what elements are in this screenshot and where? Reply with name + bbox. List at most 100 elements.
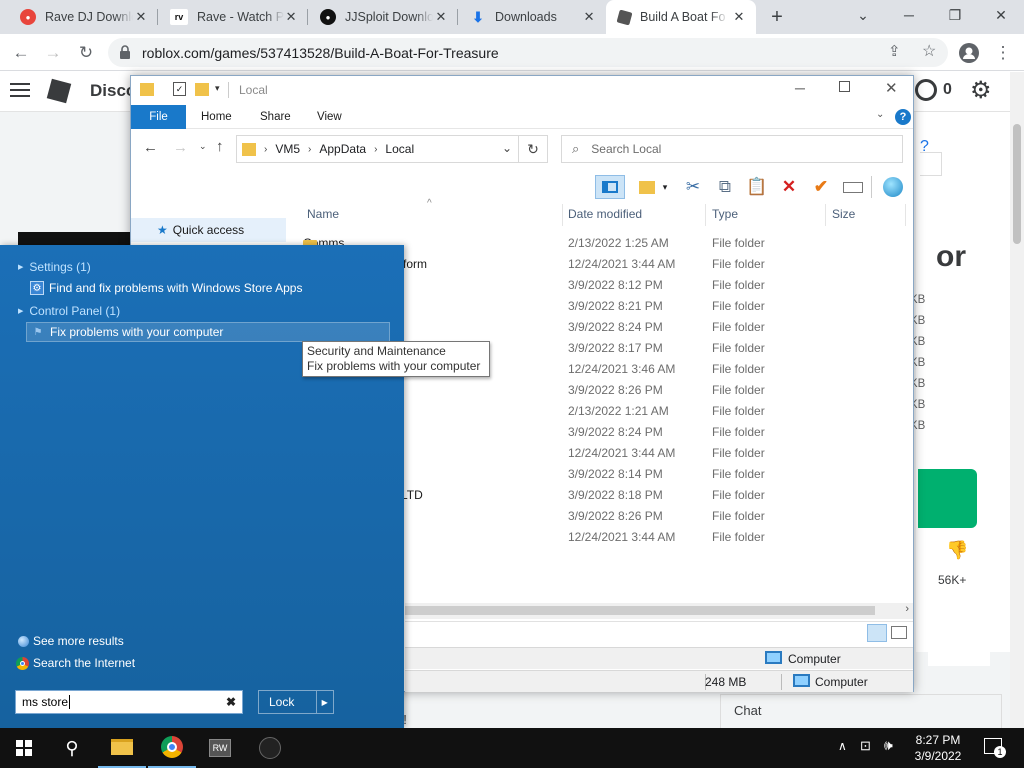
tab-file[interactable]: File — [131, 105, 186, 129]
recent-locations-icon[interactable]: ⌄ — [199, 141, 207, 152]
address-bar[interactable]: roblox.com/games/537413528/Build-A-Boat-… — [108, 38, 948, 67]
new-tab-button[interactable]: + — [766, 6, 788, 28]
search-internet-link[interactable]: Search the Internet — [16, 656, 135, 670]
chevron-right-icon[interactable]: › — [308, 144, 311, 155]
back-icon[interactable]: ← — [8, 40, 34, 66]
cut-icon[interactable]: ✂ — [681, 175, 705, 199]
restore-icon[interactable]: ❐ — [940, 4, 970, 26]
rave-taskbar-icon[interactable]: RW — [196, 728, 244, 768]
chevron-down-icon[interactable]: ⌄ — [502, 141, 512, 155]
column-divider[interactable] — [562, 204, 563, 226]
close-tab-icon[interactable]: ✕ — [732, 9, 746, 24]
column-divider[interactable] — [905, 204, 906, 226]
chevron-right-icon[interactable]: › — [264, 144, 267, 155]
robux-icon[interactable] — [915, 79, 937, 101]
close-tab-icon[interactable]: ✕ — [582, 9, 596, 24]
browser-tab-active[interactable]: Build A Boat Fo ✕ — [606, 0, 756, 34]
browser-tab[interactable]: ⬇ Downloads ✕ — [458, 0, 606, 34]
browser-tab[interactable]: ● Rave DJ Downlo ✕ — [8, 0, 158, 34]
browser-tab[interactable]: rv Rave - Watch Pa ✕ — [158, 0, 308, 34]
chrome-menu-icon[interactable]: ⋮ — [990, 40, 1016, 66]
thumbs-down-icon[interactable]: 👎 — [946, 540, 968, 561]
close-tab-icon[interactable]: ✕ — [134, 9, 148, 24]
clock[interactable]: 8:27 PM 3/9/2022 — [908, 732, 968, 764]
new-folder-icon[interactable] — [195, 83, 209, 96]
hamburger-menu-icon[interactable] — [10, 83, 30, 97]
globe-icon[interactable] — [881, 175, 905, 199]
volume-icon[interactable]: 🕪 — [884, 737, 893, 754]
forward-icon[interactable]: → — [173, 139, 188, 156]
browser-tab[interactable]: ● JJSploit Downlo ✕ — [308, 0, 458, 34]
action-center-icon[interactable]: 1 — [984, 738, 1006, 758]
close-tab-icon[interactable]: ✕ — [284, 9, 298, 24]
minimize-icon[interactable]: ─ — [894, 4, 924, 26]
horizontal-scrollbar[interactable]: › — [405, 603, 913, 619]
column-name[interactable]: Name — [307, 207, 339, 221]
network-icon[interactable]: ⊡ — [860, 738, 871, 754]
ribbon-expand-icon[interactable]: ⌄ — [876, 109, 884, 120]
nav-quick-access[interactable]: ★ Quick access — [131, 218, 286, 242]
power-options-arrow-icon[interactable]: ▶ — [315, 691, 333, 713]
start-button[interactable] — [0, 728, 48, 768]
back-icon[interactable]: ← — [143, 139, 158, 156]
tab-share[interactable]: Share — [246, 105, 305, 129]
jjsploit-taskbar-icon[interactable] — [246, 728, 294, 768]
bookmark-star-icon[interactable]: ☆ — [922, 41, 936, 61]
file-explorer-taskbar-icon[interactable] — [98, 728, 146, 768]
refresh-button[interactable]: ↻ — [519, 135, 548, 163]
tab-search-icon[interactable]: ⌄ — [848, 4, 878, 26]
search-field[interactable]: ⌕ Search Local — [561, 135, 903, 163]
tab-view[interactable]: View — [303, 105, 356, 129]
preview-pane-icon[interactable] — [595, 175, 625, 199]
page-scrollbar[interactable] — [1010, 72, 1024, 728]
large-icons-view-icon[interactable] — [891, 626, 907, 639]
close-tab-icon[interactable]: ✕ — [434, 9, 448, 24]
paste-icon[interactable]: 📋 — [745, 175, 769, 199]
result-fix-problems[interactable]: ⚑ Fix problems with your computer — [26, 322, 390, 342]
group-settings[interactable]: Settings (1) — [18, 260, 90, 274]
scroll-right-icon[interactable]: › — [905, 603, 909, 615]
copy-icon[interactable]: ⧉ — [713, 175, 737, 199]
reload-icon[interactable]: ↻ — [73, 40, 99, 66]
close-icon[interactable]: ✕ — [885, 79, 898, 97]
profile-icon[interactable] — [956, 40, 982, 66]
maximize-icon[interactable] — [839, 81, 850, 92]
breadcrumb-item[interactable]: AppData — [319, 142, 366, 156]
close-window-icon[interactable]: ✕ — [986, 4, 1016, 26]
start-search-input[interactable]: ms store ✖ — [15, 690, 243, 714]
play-button[interactable] — [918, 469, 977, 528]
settings-gear-icon[interactable]: ⚙ — [970, 76, 992, 105]
clear-search-icon[interactable]: ✖ — [226, 695, 236, 709]
column-size[interactable]: Size — [832, 207, 855, 221]
scrollbar-thumb[interactable] — [405, 606, 875, 615]
column-divider[interactable] — [825, 204, 826, 226]
details-view-icon[interactable] — [867, 624, 887, 642]
scrollbar-thumb[interactable] — [1013, 124, 1021, 244]
see-more-results-link[interactable]: See more results — [18, 634, 124, 648]
roblox-logo-icon[interactable] — [46, 78, 72, 104]
chrome-taskbar-icon[interactable] — [148, 728, 196, 768]
properties-icon[interactable]: ✓ — [173, 82, 186, 96]
up-icon[interactable]: ↑ — [216, 138, 224, 155]
show-hidden-icons-icon[interactable]: ∧ — [838, 739, 847, 753]
group-control-panel[interactable]: Control Panel (1) — [18, 304, 120, 318]
minimize-icon[interactable]: ─ — [795, 80, 805, 96]
forward-icon[interactable]: → — [40, 40, 66, 66]
tab-home[interactable]: Home — [187, 105, 246, 129]
new-folder-icon[interactable] — [635, 175, 659, 199]
chevron-right-icon[interactable]: › — [374, 144, 377, 155]
breadcrumb-item[interactable]: Local — [385, 142, 414, 156]
lock-button[interactable]: Lock ▶ — [258, 690, 334, 714]
breadcrumb-bar[interactable]: › VM5 › AppData › Local ⌄ — [236, 135, 519, 163]
column-date-modified[interactable]: Date modified — [568, 207, 642, 221]
chat-panel[interactable]: Chat — [720, 694, 1002, 728]
search-icon[interactable]: ⚲ — [48, 728, 96, 768]
quick-access-dropdown-icon[interactable]: ▾ — [215, 83, 220, 94]
breadcrumb-item[interactable]: VM5 — [275, 142, 300, 156]
delete-icon[interactable]: ✕ — [777, 175, 801, 199]
result-windows-store-troubleshooter[interactable]: ⚙ Find and fix problems with Windows Sto… — [26, 278, 302, 298]
column-type[interactable]: Type — [712, 207, 738, 221]
help-icon[interactable]: ? — [895, 109, 911, 125]
share-icon[interactable]: ⇪ — [888, 42, 901, 60]
rename-icon[interactable] — [841, 175, 865, 199]
